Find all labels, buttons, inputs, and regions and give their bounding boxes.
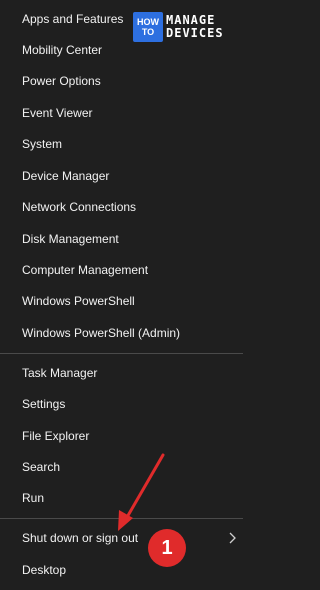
menu-item-computer-management[interactable]: Computer Management	[0, 256, 243, 284]
logo-mark: HOW TO	[133, 12, 163, 42]
menu-divider	[0, 518, 243, 519]
menu-item-power-options[interactable]: Power Options	[0, 67, 243, 95]
menu-item-search[interactable]: Search	[0, 453, 243, 481]
menu-item-run[interactable]: Run	[0, 484, 243, 512]
menu-divider	[0, 353, 243, 354]
menu-item-desktop[interactable]: Desktop	[0, 556, 243, 584]
menu-item-disk-management[interactable]: Disk Management	[0, 225, 243, 253]
menu-item-event-viewer[interactable]: Event Viewer	[0, 99, 243, 127]
menu-item-network-connections[interactable]: Network Connections	[0, 193, 243, 221]
menu-item-settings[interactable]: Settings	[0, 390, 243, 418]
menu-item-windows-powershell[interactable]: Windows PowerShell	[0, 287, 243, 315]
winx-context-menu: Apps and Features Mobility Center Power …	[0, 0, 243, 590]
chevron-right-icon	[229, 532, 236, 544]
menu-item-task-manager[interactable]: Task Manager	[0, 359, 243, 387]
step-number-badge: 1	[148, 529, 186, 567]
menu-item-device-manager[interactable]: Device Manager	[0, 162, 243, 190]
logo-wordmark: MANAGE DEVICES	[166, 13, 224, 40]
how-to-manage-devices-logo: HOW TO MANAGE DEVICES	[133, 9, 235, 45]
menu-item-system[interactable]: System	[0, 130, 243, 158]
menu-item-shut-down-or-sign-out[interactable]: Shut down or sign out	[0, 524, 243, 552]
menu-item-file-explorer[interactable]: File Explorer	[0, 422, 243, 450]
menu-item-windows-powershell-admin[interactable]: Windows PowerShell (Admin)	[0, 319, 243, 347]
